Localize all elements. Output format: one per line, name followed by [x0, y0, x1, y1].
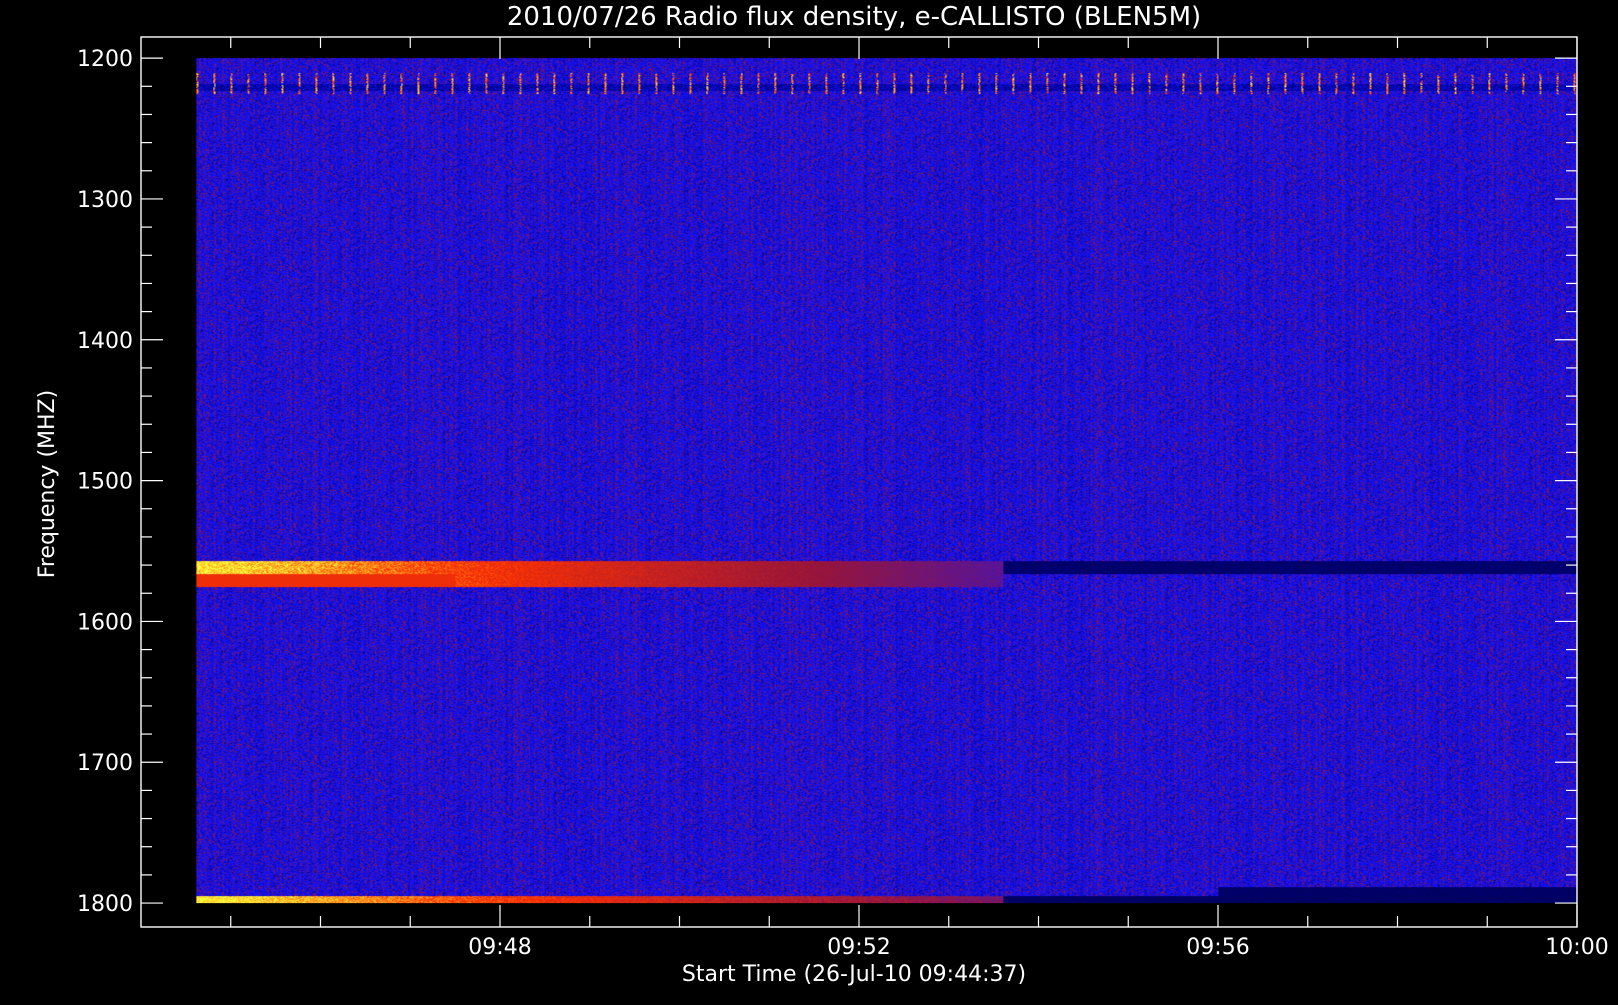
y-tick-label: 1300: [77, 188, 133, 213]
y-tick-label: 1800: [77, 892, 133, 917]
y-tick-label: 1200: [77, 47, 133, 72]
x-tick-label: 09:56: [1186, 935, 1249, 960]
chart-title: 2010/07/26 Radio flux density, e-CALLIST…: [507, 2, 1201, 32]
x-tick-label: 09:48: [468, 935, 531, 960]
y-tick-label: 1700: [77, 751, 133, 776]
spectrogram-svg: 2010/07/26 Radio flux density, e-CALLIST…: [0, 0, 1618, 1000]
spectrogram-heatmap: [196, 58, 1578, 904]
x-axis-label: Start Time (26-Jul-10 09:44:37): [682, 962, 1026, 987]
heatmap-layer: [196, 58, 1578, 904]
y-tick-label: 1500: [77, 470, 133, 495]
y-axis-label: Frequency (MHZ): [35, 390, 60, 578]
x-tick-label: 09:52: [827, 935, 890, 960]
spectrogram-chart: 2010/07/26 Radio flux density, e-CALLIST…: [0, 0, 1618, 1000]
y-tick-label: 1400: [77, 329, 133, 354]
x-tick-label: 10:00: [1545, 935, 1608, 960]
y-tick-label: 1600: [77, 610, 133, 635]
